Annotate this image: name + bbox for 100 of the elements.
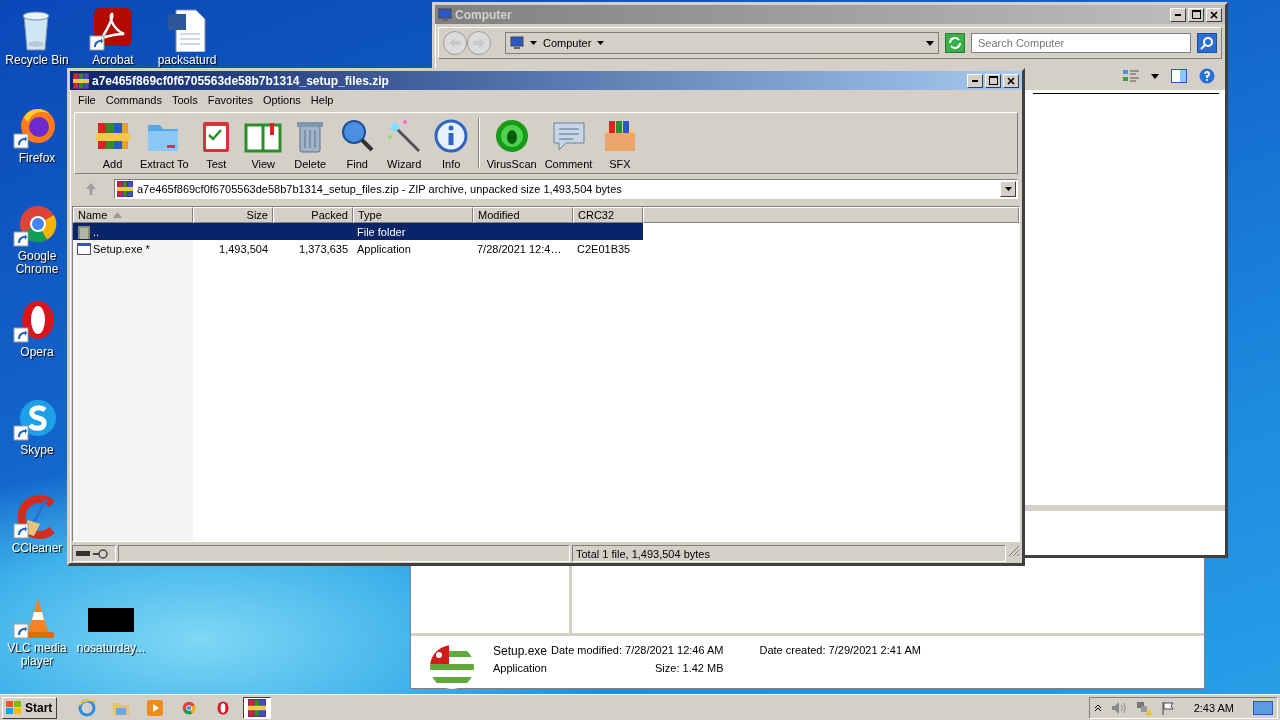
- archive-icon: [117, 181, 133, 197]
- close-button[interactable]: [1003, 73, 1019, 88]
- address-field[interactable]: Computer: [505, 32, 939, 54]
- toolbar-button[interactable]: Find: [333, 115, 381, 171]
- view-list-icon: [1123, 69, 1139, 83]
- help-button[interactable]: [1199, 68, 1215, 84]
- close-icon: [1007, 76, 1015, 85]
- minimize-icon: [972, 79, 978, 82]
- refresh-button[interactable]: [945, 33, 965, 53]
- file-row[interactable]: Setup.exe * 1,493,504 1,373,635 Application 7/28/2021 12:4… C2E01B35: [73, 240, 1019, 257]
- table-cell: 1,373,635: [299, 242, 348, 255]
- menu-item[interactable]: Commands: [101, 92, 168, 108]
- browser-icon: [78, 699, 97, 717]
- icon-label: CCleaner: [10, 542, 64, 555]
- computer-icon: [510, 36, 524, 50]
- detail-label: Size: 1.42 MB: [654, 662, 724, 676]
- up-arrow-icon: [85, 182, 97, 196]
- minimize-icon: [1175, 13, 1181, 16]
- maximize-icon: [1191, 10, 1201, 19]
- file-name: Setup.exe: [493, 644, 548, 660]
- toolbar-button[interactable]: VirusScan: [482, 115, 541, 171]
- start-button[interactable]: Start: [2, 697, 58, 719]
- file-row[interactable]: .. File folder: [73, 223, 643, 240]
- network-warning-icon[interactable]: [1135, 700, 1152, 716]
- search-button[interactable]: [1197, 33, 1217, 53]
- help-icon: [1199, 68, 1215, 84]
- window-title: a7e465f869cf0f6705563de58b7b1314_setup_files.zip: [92, 73, 390, 88]
- toolbar-button[interactable]: Add: [89, 115, 136, 171]
- toolbar-button[interactable]: Delete: [286, 115, 334, 171]
- toolbar-button[interactable]: View: [239, 115, 287, 171]
- folder-icon: [77, 224, 91, 239]
- archive-icon: [248, 699, 267, 717]
- maximize-button[interactable]: [1188, 7, 1204, 22]
- resize-grip-icon: [1008, 545, 1020, 557]
- minimize-button[interactable]: [967, 73, 983, 88]
- table-cell: File folder: [357, 225, 406, 238]
- play-icon: [146, 699, 165, 717]
- preview-pane-icon: [1171, 68, 1187, 84]
- menu-item[interactable]: Favorites: [203, 92, 259, 108]
- dropdown-button[interactable]: [1151, 73, 1159, 79]
- detail-label: Date modified: 7/28/2021 12:46 AM: [551, 644, 724, 658]
- refresh-icon: [948, 36, 962, 50]
- caret-icon: [597, 41, 605, 45]
- search-field[interactable]: Search Computer: [971, 33, 1191, 53]
- file-type: Application: [493, 662, 548, 676]
- maximize-button[interactable]: [985, 73, 1001, 88]
- column-header[interactable]: Modified: [473, 207, 573, 223]
- status-text: Total 1 file, 1,493,504 bytes: [572, 545, 1006, 562]
- caret-icon: [1004, 187, 1012, 191]
- icon-label: Acrobat: [91, 54, 135, 67]
- icon-label: Opera: [19, 346, 55, 359]
- icon-label: Recycle Bin: [4, 54, 70, 67]
- clock[interactable]: 2:43 AM: [1193, 702, 1234, 714]
- column-header[interactable]: CRC32: [573, 207, 643, 223]
- toolbar-button[interactable]: Test: [192, 115, 240, 171]
- menu-item[interactable]: Help: [306, 92, 340, 108]
- menu-item[interactable]: File: [74, 92, 102, 108]
- table-cell: ..: [93, 225, 100, 238]
- toolbar-button[interactable]: Wizard: [380, 115, 428, 171]
- flag-icon[interactable]: [1160, 701, 1175, 715]
- menu-item[interactable]: Tools: [168, 92, 204, 108]
- column-header[interactable]: Type: [353, 207, 473, 223]
- computer-icon: [438, 7, 452, 22]
- preview-pane-button[interactable]: [1171, 68, 1187, 84]
- icon-label: packsaturd: [156, 54, 218, 67]
- toolbar-button[interactable]: Comment: [540, 115, 597, 171]
- taskbar-button[interactable]: [243, 697, 272, 719]
- sort-icon: [113, 212, 123, 218]
- minimize-button[interactable]: [1170, 7, 1186, 22]
- windows-flag-icon: [5, 700, 23, 716]
- icon-label: Firefox: [17, 152, 57, 165]
- column-header[interactable]: Size: [193, 207, 273, 223]
- table-cell: 7/28/2021 12:4…: [477, 242, 562, 255]
- path-field[interactable]: a7e465f869cf0f6705563de58b7b1314_setup_files.zip - ZIP archive, unpacked size 1,493,504 bytes: [114, 179, 1018, 199]
- column-header[interactable]: Name: [73, 207, 193, 223]
- icon-label: VLC media player: [6, 642, 68, 668]
- icon-label: Google Chrome: [14, 250, 60, 276]
- icon-label: Skype: [19, 444, 55, 457]
- table-cell: Setup.exe *: [93, 242, 150, 255]
- detail-label: Date created: 7/29/2021 2:41 AM: [758, 644, 922, 658]
- breadcrumb[interactable]: Computer: [543, 37, 605, 49]
- window-title: Computer: [455, 7, 513, 22]
- caret-icon: [530, 41, 537, 45]
- app-icon: [77, 241, 91, 256]
- archive-icon: [73, 72, 89, 89]
- table-cell: 1,493,504: [219, 242, 268, 255]
- caret-icon: [1151, 73, 1159, 79]
- toolbar-button[interactable]: SFX: [596, 115, 644, 171]
- toolbar-button[interactable]: Info: [427, 115, 475, 171]
- drive-icon: [76, 550, 90, 557]
- table-cell: C2E01B35: [577, 242, 631, 255]
- caret-icon[interactable]: [926, 40, 934, 46]
- chevron-up-icon[interactable]: [1093, 704, 1102, 712]
- icon-label: nosaturday...: [76, 642, 146, 655]
- toolbar-button[interactable]: Extract To: [136, 115, 193, 171]
- close-button[interactable]: [1206, 7, 1222, 22]
- column-header[interactable]: Packed: [273, 207, 353, 223]
- menu-item[interactable]: Options: [258, 92, 307, 108]
- search-icon: [1200, 36, 1214, 50]
- maximize-icon: [988, 76, 998, 85]
